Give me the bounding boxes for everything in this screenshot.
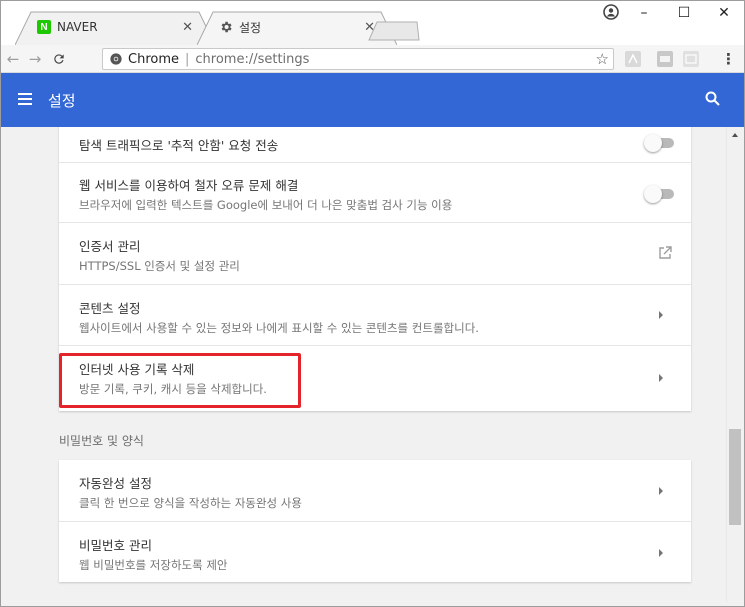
chevron-right-icon <box>659 487 663 495</box>
hamburger-menu-icon[interactable] <box>17 90 35 108</box>
setting-title: 탐색 트래픽으로 '추적 안함' 요청 전송 <box>79 138 279 153</box>
scrollbar[interactable] <box>726 127 743 602</box>
setting-subtitle: HTTPS/SSL 인증서 및 설정 관리 <box>79 259 240 273</box>
setting-row-certificates[interactable]: 인증서 관리 HTTPS/SSL 인증서 및 설정 관리 <box>59 222 691 284</box>
close-window-button[interactable]: ✕ <box>704 1 744 25</box>
setting-row-content-settings[interactable]: 콘텐츠 설정 웹사이트에서 사용할 수 있는 정보와 나에게 표시할 수 있는 … <box>59 284 691 345</box>
setting-title: 비밀번호 관리 <box>79 538 152 553</box>
chevron-right-icon <box>659 374 663 382</box>
new-tab-button[interactable] <box>367 21 421 41</box>
scroll-up-icon[interactable] <box>730 131 740 139</box>
setting-title: 인증서 관리 <box>79 239 141 254</box>
page-title: 설정 <box>48 92 76 110</box>
tab-naver[interactable]: N NAVER ✕ <box>15 11 215 45</box>
setting-row-manage-passwords[interactable]: 비밀번호 관리 웹 비밀번호를 저장하도록 제안 <box>59 521 691 582</box>
chrome-icon <box>110 53 122 65</box>
pdf-extension-icon[interactable] <box>625 51 641 67</box>
window-controls: – ☐ ✕ <box>624 1 744 25</box>
setting-row-do-not-track[interactable]: 탐색 트래픽으로 '추적 안함' 요청 전송 <box>59 127 691 162</box>
setting-title: 콘텐츠 설정 <box>79 301 141 316</box>
setting-title: 자동완성 설정 <box>79 476 152 491</box>
tab-title: NAVER <box>57 20 98 34</box>
setting-title: 웹 서비스를 이용하여 철자 오류 문제 해결 <box>79 178 299 193</box>
forward-icon[interactable]: → <box>25 49 45 69</box>
omnibox-separator: | <box>185 51 190 67</box>
bookmark-star-icon[interactable]: ☆ <box>596 50 609 68</box>
cast-icon[interactable] <box>683 51 699 67</box>
highlight-box <box>59 353 301 408</box>
section-title-passwords: 비밀번호 및 양식 <box>59 434 144 448</box>
browser-toolbar: ← → Chrome | chrome://settings ☆ ⋮ <box>1 45 744 73</box>
settings-content: 탐색 트래픽으로 '추적 안함' 요청 전송 웹 서비스를 이용하여 철자 오류… <box>1 127 726 602</box>
browser-window: N NAVER ✕ 설정 ✕ – ☐ ✕ ← → Chrome | chrome… <box>0 0 745 607</box>
naver-icon: N <box>37 20 51 34</box>
do-not-track-toggle[interactable] <box>644 134 676 152</box>
setting-subtitle: 브라우저에 입력한 텍스트를 Google에 보내어 더 나은 맞춤법 검사 기… <box>79 198 453 212</box>
tab-title: 설정 <box>239 20 262 35</box>
reload-icon[interactable] <box>49 49 69 69</box>
minimize-button[interactable]: – <box>624 1 664 25</box>
search-icon[interactable] <box>704 90 722 108</box>
setting-subtitle: 클릭 한 번으로 양식을 작성하는 자동완성 사용 <box>79 496 302 510</box>
chevron-right-icon <box>659 549 663 557</box>
url-text: chrome://settings <box>195 51 310 67</box>
external-link-icon[interactable] <box>657 245 673 261</box>
profile-icon[interactable] <box>602 3 620 21</box>
chevron-right-icon <box>659 311 663 319</box>
spellcheck-toggle[interactable] <box>644 185 676 203</box>
back-icon[interactable]: ← <box>3 49 23 69</box>
scrollbar-thumb[interactable] <box>729 429 741 525</box>
settings-header: 설정 <box>1 73 744 127</box>
setting-subtitle: 웹사이트에서 사용할 수 있는 정보와 나에게 표시할 수 있는 콘텐츠를 컨트… <box>79 321 479 335</box>
maximize-button[interactable]: ☐ <box>664 1 704 25</box>
passwords-card: 자동완성 설정 클릭 한 번으로 양식을 작성하는 자동완성 사용 비밀번호 관… <box>59 460 691 582</box>
address-bar[interactable]: Chrome | chrome://settings ☆ <box>102 48 614 70</box>
setting-row-spellcheck[interactable]: 웹 서비스를 이용하여 철자 오류 문제 해결 브라우저에 입력한 텍스트를 G… <box>59 162 691 222</box>
extension-icon[interactable] <box>657 51 673 67</box>
close-icon[interactable]: ✕ <box>182 20 193 35</box>
setting-subtitle: 웹 비밀번호를 저장하도록 제안 <box>79 558 228 572</box>
omnibox-chrome-label: Chrome <box>128 51 179 67</box>
tab-strip: N NAVER ✕ 설정 ✕ – ☐ ✕ <box>1 1 744 45</box>
menu-icon[interactable]: ⋮ <box>721 50 736 68</box>
setting-row-autofill[interactable]: 자동완성 설정 클릭 한 번으로 양식을 작성하는 자동완성 사용 <box>59 460 691 521</box>
gear-icon <box>219 20 233 34</box>
